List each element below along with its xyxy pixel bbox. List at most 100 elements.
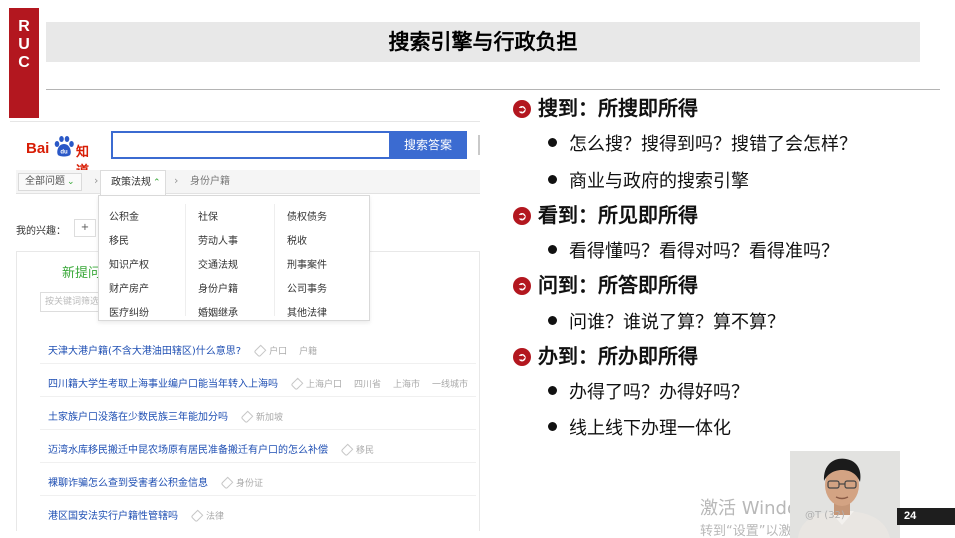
slide-number: 24 [897,508,955,525]
menu-item-debt[interactable]: 债权债务 [287,208,327,223]
heading-ask: ➲ 问到：所答即所得 [513,269,698,298]
ruc-logo-letter-u: U [18,36,30,53]
question-tag[interactable]: 上海市 [393,380,420,390]
menu-item-labor[interactable]: 劳动人事 [198,232,238,247]
row-divider [40,363,476,364]
heading-see-text: 看到：所见即所得 [538,203,698,227]
category-nav: 全部问题 ⌄ › 政策法规 ⌃ › 身份户籍 [16,170,480,195]
question-tag[interactable]: 法律 [206,512,224,522]
question-tag[interactable]: 四川省 [354,380,381,390]
heading-see: ➲ 看到：所见即所得 [513,199,698,228]
bullet-dot-icon [548,245,557,254]
bullet-item: 怎么搜？搜得到吗？搜错了会怎样？ [548,130,857,156]
title-divider [46,89,940,90]
question-tag[interactable]: 新加坡 [256,413,283,423]
menu-item-social-security[interactable]: 社保 [198,208,218,223]
menu-item-other-law[interactable]: 其他法律 [287,304,327,319]
bullet-item: 问谁？谁说了算？算不算？ [548,308,785,334]
question-tag[interactable]: 一线城市 [432,380,468,390]
slide-title: 搜索引擎与行政负担 [388,30,578,54]
policy-dropdown-menu: 公积金 移民 知识产权 财产房产 医疗纠纷 社保 劳动人事 交通法规 身份户籍 … [98,195,370,321]
presenter-figure [790,451,900,538]
row-divider [40,462,476,463]
baidu-paw-icon: du [54,136,74,157]
heading-search-text: 搜到：所搜即所得 [538,96,698,120]
menu-item-criminal[interactable]: 刑事案件 [287,256,327,271]
tag-icon [340,443,354,457]
question-tag[interactable]: 移民 [356,446,374,456]
tag-icon [253,344,267,358]
question-tag[interactable]: 身份证 [236,479,263,489]
nav-identity-hukou[interactable]: 身份户籍 [190,170,230,194]
slide-title-bar: 搜索引擎与行政负担 [46,22,920,62]
bullet-text: 看得懂吗？看得对吗？看得准吗？ [569,241,839,262]
bullet-dot-icon [548,316,557,325]
menu-item-intellectual-property[interactable]: 知识产权 [109,256,149,271]
header-edge [478,135,480,155]
bullet-item: 看得懂吗？看得对吗？看得准吗？ [548,237,839,263]
search-answer-button[interactable]: 搜索答案 [389,131,467,159]
chevron-up-icon: ⌃ [153,178,161,188]
arrow-bullet-icon: ➲ [513,100,531,118]
bullet-text: 怎么搜？搜得到吗？搜错了会怎样？ [569,134,857,155]
nav-all-questions[interactable]: 全部问题 ⌄ [18,173,82,191]
add-interest-button[interactable]: + [74,219,96,237]
bullet-item: 线上线下办理一体化 [548,414,731,440]
bullet-dot-icon [548,175,557,184]
question-link[interactable]: 土家族户口没落在少数民族三年能加分吗 [48,412,228,423]
menu-item-property[interactable]: 财产房产 [109,280,149,295]
heading-do: ➲ 办到：所办即所得 [513,340,698,369]
menu-item-hukou[interactable]: 身份户籍 [198,280,238,295]
arrow-bullet-icon: ➲ [513,277,531,295]
baidu-logo-text: Bai [26,140,50,157]
breadcrumb-separator-icon: › [94,174,99,187]
ruc-logo-letter-c: C [18,54,30,71]
menu-item-tax[interactable]: 税收 [287,232,307,247]
tag-icon [240,410,254,424]
tag-icon [190,509,204,523]
question-link[interactable]: 裸聊诈骗怎么查到受害者公积金信息 [48,478,208,489]
arrow-bullet-icon: ➲ [513,348,531,366]
menu-item-housing-fund[interactable]: 公积金 [109,208,139,223]
my-interest-label: 我的兴趣： [16,226,66,237]
heading-search: ➲ 搜到：所搜即所得 [513,92,698,121]
bullet-item: 商业与政府的搜索引擎 [548,167,749,193]
menu-item-traffic[interactable]: 交通法规 [198,256,238,271]
question-tag[interactable]: 户口 [269,347,287,357]
bullet-dot-icon [548,386,557,395]
bullet-text: 商业与政府的搜索引擎 [569,171,749,192]
row-divider [40,396,476,397]
menu-divider [274,204,275,316]
presenter-video [790,451,900,538]
breadcrumb-separator-icon: › [174,174,179,187]
question-link[interactable]: 迈湾水库移民搬迁中昆农场原有居民准备搬迁有户口的怎么补偿 [48,445,328,456]
bullet-dot-icon [548,422,557,431]
menu-item-immigration[interactable]: 移民 [109,232,129,247]
search-input[interactable] [111,131,389,159]
nav-policy-regulations[interactable]: 政策法规 ⌃ [100,170,166,195]
row-divider [40,495,476,496]
question-link[interactable]: 港区国安法实行户籍性管辖吗 [48,511,178,522]
screenshot-top-line [10,121,480,122]
arrow-bullet-icon: ➲ [513,207,531,225]
baidu-zhidao-screenshot: Bai du 知道 搜索答案 全部问题⌄ › 政策法规⌃ › 身份户籍 我的兴趣… [10,121,480,531]
bullet-item: 办得了吗？办得好吗？ [548,378,749,404]
question-link[interactable]: 天津大港户籍(不含大港油田辖区)什么意思? [48,346,241,357]
tag-icon [290,377,304,391]
row-divider [40,429,476,430]
heading-do-text: 办到：所办即所得 [538,344,698,368]
ruc-logo-letter-r: R [18,18,30,35]
question-row: 港区国安法实行户籍性管辖吗 法律 [48,507,476,531]
question-tag[interactable]: 户籍 [299,347,317,357]
new-questions-heading[interactable]: 新提问 [62,262,101,281]
tag-icon [220,476,234,490]
menu-item-medical-dispute[interactable]: 医疗纠纷 [109,304,149,319]
menu-item-company[interactable]: 公司事务 [287,280,327,295]
baidu-du-text: du [60,150,68,156]
menu-item-marriage[interactable]: 婚姻继承 [198,304,238,319]
nav-policy-label: 政策法规 [111,177,151,188]
bullet-text: 问谁？谁说了算？算不算？ [569,312,785,333]
question-tag[interactable]: 上海户口 [306,380,342,390]
question-link[interactable]: 四川籍大学生考取上海事业编户口能当年转入上海吗 [48,379,278,390]
video-overlay-text: @T (32) [805,510,845,521]
